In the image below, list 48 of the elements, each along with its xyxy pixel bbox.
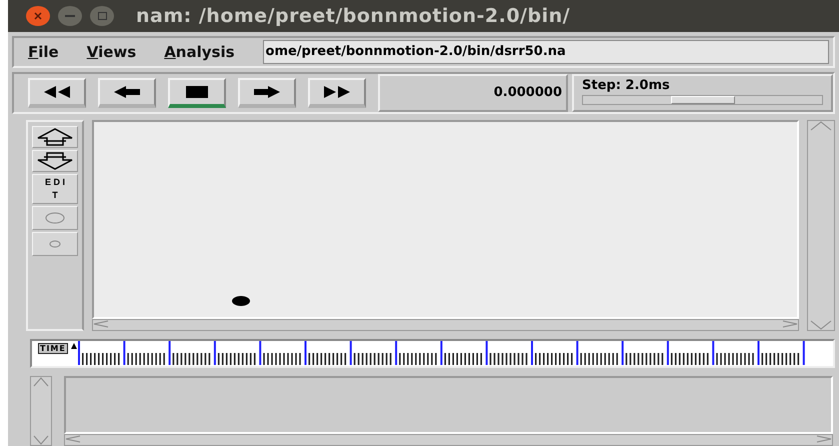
rewind-button[interactable]	[28, 78, 86, 108]
back-icon	[112, 86, 142, 98]
stop-icon	[186, 86, 208, 98]
zoom-out-button[interactable]	[32, 150, 78, 172]
menu-item[interactable]: Views	[72, 42, 150, 61]
horizontal-scrollbar[interactable]	[92, 318, 799, 331]
maximize-icon	[98, 12, 106, 20]
scroll-up-icon	[810, 120, 832, 131]
small-node-button[interactable]	[32, 232, 78, 256]
scroll-down-icon	[33, 435, 49, 445]
horizontal-scrollbar[interactable]	[64, 434, 833, 446]
fast-forward-button[interactable]	[308, 78, 366, 108]
zoom-in-button[interactable]	[32, 126, 78, 148]
edit-button[interactable]: E D I T	[32, 174, 78, 204]
ellipse-icon	[45, 212, 65, 224]
vertical-scrollbar[interactable]	[30, 376, 52, 446]
fast-forward-icon	[322, 86, 352, 98]
ellipse-icon	[49, 240, 61, 248]
step-slider[interactable]	[582, 94, 823, 105]
scroll-right-icon[interactable]	[816, 435, 832, 443]
large-node-button[interactable]	[32, 206, 78, 230]
play-button[interactable]	[238, 78, 296, 108]
time-label: TIME	[38, 342, 68, 354]
play-icon	[252, 86, 282, 98]
up-arrow-icon	[36, 128, 74, 146]
scroll-down-icon	[810, 320, 832, 330]
node	[232, 296, 250, 306]
scroll-up-icon	[33, 377, 49, 388]
maximize-button[interactable]	[90, 6, 114, 26]
menu-item[interactable]: Analysis	[150, 42, 249, 61]
step-back-button[interactable]	[98, 78, 156, 108]
minimize-button[interactable]	[58, 6, 82, 26]
step-label: Step: 2.0ms	[582, 78, 671, 93]
scroll-right-icon[interactable]	[782, 320, 798, 328]
close-button[interactable]	[26, 6, 50, 26]
file-path-field[interactable]: ome/preet/bonnmotion-2.0/bin/dsrr50.na	[262, 40, 829, 64]
slider-thumb[interactable]	[670, 96, 734, 104]
scroll-left-icon[interactable]	[93, 320, 109, 328]
scroll-left-icon[interactable]	[65, 435, 81, 443]
minimize-icon	[65, 14, 75, 17]
stop-button[interactable]	[168, 78, 226, 108]
down-arrow-icon	[36, 152, 74, 170]
window-title: nam: /home/preet/bonnmotion-2.0/bin/	[136, 4, 570, 27]
time-display: 0.000000	[378, 74, 568, 112]
vertical-scrollbar[interactable]	[807, 120, 835, 331]
close-icon	[34, 12, 42, 20]
menu-item[interactable]: File	[14, 42, 73, 61]
rewind-icon	[42, 86, 72, 98]
